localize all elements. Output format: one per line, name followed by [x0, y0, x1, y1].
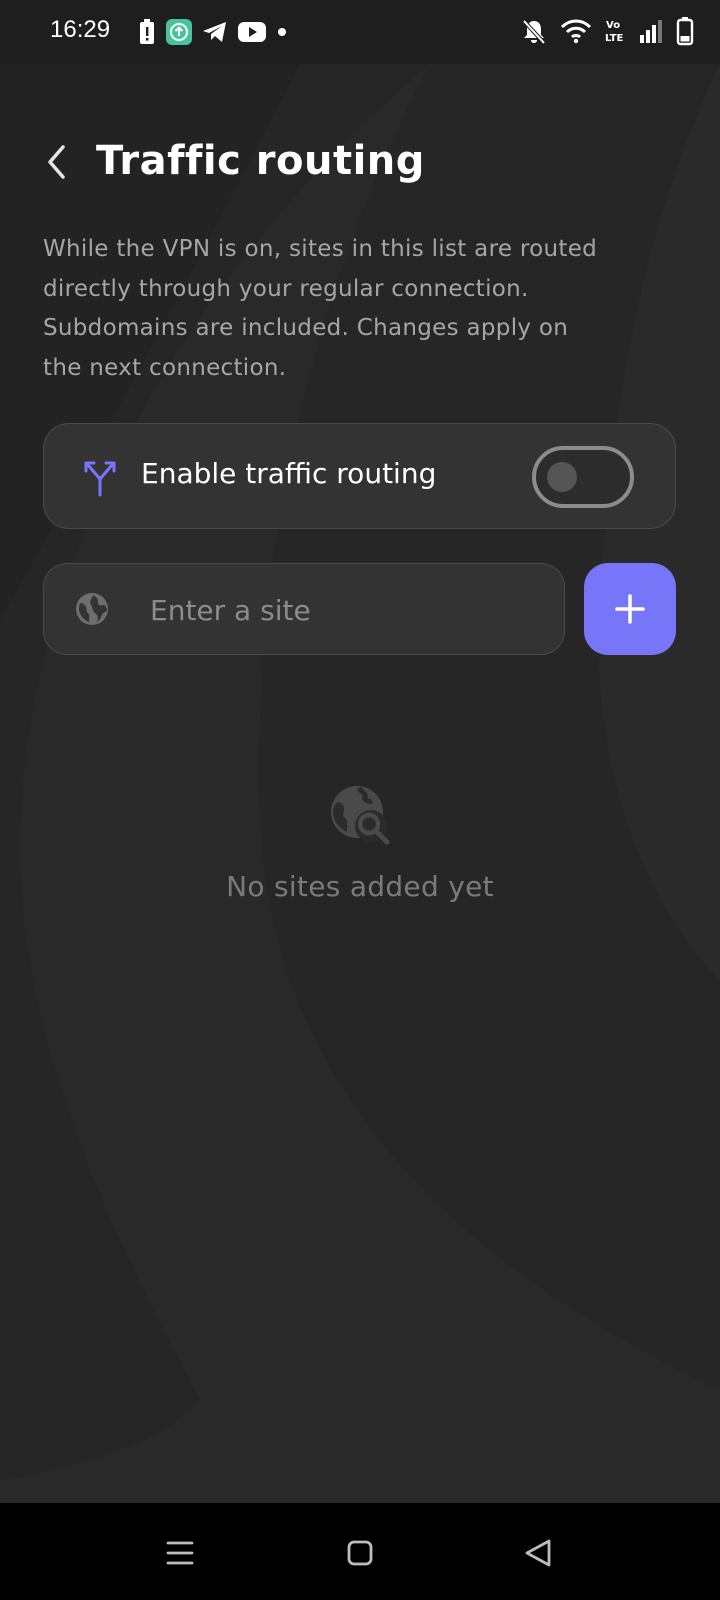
site-input-field[interactable]	[43, 563, 565, 655]
split-routing-icon	[84, 461, 116, 497]
status-system-icons: Vo LTE	[520, 16, 694, 46]
battery-icon	[676, 17, 694, 46]
site-input[interactable]	[148, 582, 532, 638]
volte-icon: Vo LTE	[605, 20, 624, 44]
youtube-icon	[238, 22, 266, 42]
back-nav-button[interactable]	[518, 1533, 558, 1573]
back-triangle-icon	[525, 1539, 551, 1567]
routing-toggle-label: Enable traffic routing	[141, 457, 437, 490]
chevron-left-icon	[48, 145, 65, 179]
notification-dot-icon	[278, 28, 286, 36]
description-text: While the VPN is on, sites in this list …	[43, 236, 598, 381]
header: Traffic routing	[0, 130, 720, 194]
toggle-knob	[547, 462, 577, 492]
battery-alert-icon	[140, 19, 154, 44]
empty-state-text: No sites added yet	[226, 870, 494, 903]
routing-toggle-card[interactable]: Enable traffic routing	[43, 423, 676, 529]
home-button[interactable]	[340, 1533, 380, 1573]
globe-icon	[76, 593, 108, 625]
status-notification-icons	[137, 18, 289, 46]
app-update-icon	[166, 19, 192, 45]
plus-icon	[615, 594, 645, 624]
bell-muted-icon	[522, 19, 546, 45]
status-bar: 16:29 Vo LTE	[0, 0, 720, 64]
routing-toggle-switch[interactable]	[532, 446, 634, 508]
signal-icon	[640, 20, 662, 43]
back-button[interactable]	[36, 140, 76, 184]
globe-search-icon	[331, 786, 390, 845]
svg-text:LTE: LTE	[605, 33, 624, 44]
wifi-icon	[560, 19, 592, 44]
add-site-button[interactable]	[584, 563, 676, 655]
telegram-icon	[203, 22, 226, 42]
status-time: 16:29	[50, 16, 111, 43]
navigation-bar	[0, 1503, 720, 1600]
page-title: Traffic routing	[96, 138, 425, 184]
recent-apps-button[interactable]	[160, 1533, 200, 1573]
empty-state: No sites added yet	[0, 780, 720, 903]
home-square-icon	[347, 1540, 373, 1566]
svg-text:Vo: Vo	[606, 20, 620, 31]
menu-icon	[166, 1541, 194, 1565]
